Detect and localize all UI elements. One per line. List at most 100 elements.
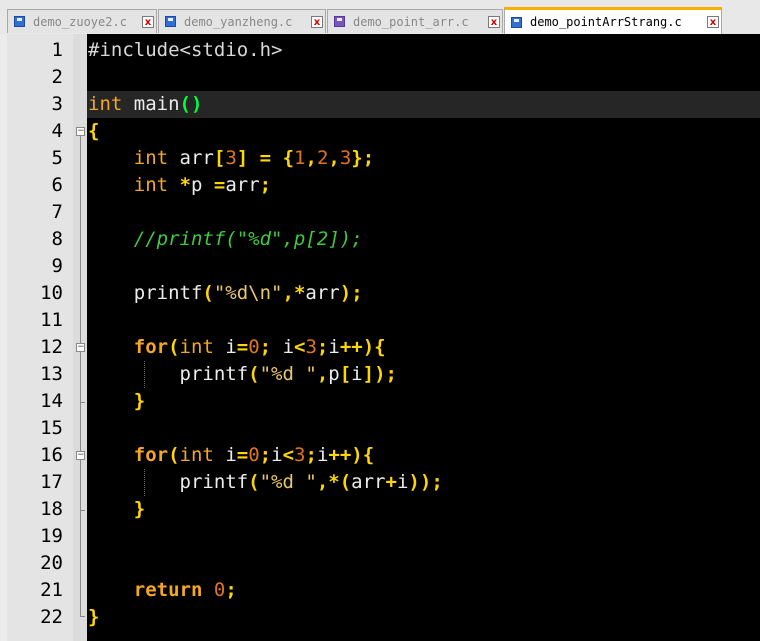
operator: = [213, 174, 226, 196]
function-call: printf [179, 363, 249, 385]
identifier: arr [305, 282, 340, 304]
line-number: 8 [51, 228, 63, 250]
number: 3 [294, 444, 306, 466]
semicolon: ; [305, 444, 317, 466]
code-line-22: } [88, 604, 99, 631]
fold-end [80, 402, 85, 403]
fold-end [80, 616, 85, 617]
tab-label: demo_zuoye2.c [33, 14, 127, 29]
tab-demo-point-arr[interactable]: demo_point_arr.c x [327, 9, 503, 33]
fold-end [80, 510, 85, 511]
code-line-5: int arr[3] = {1,2,3}; [88, 145, 374, 172]
line-number: 17 [40, 471, 63, 493]
line-number: 4 [51, 120, 63, 142]
semicolon: ; [259, 336, 272, 358]
identifier: p [191, 174, 214, 196]
line-number: 21 [40, 579, 63, 601]
control-keyword: for [133, 336, 169, 358]
save-disk-icon [163, 14, 178, 29]
line-number: 3 [51, 93, 63, 115]
code-line-12: for(int i=0; i<3;i++){ [88, 334, 386, 361]
tab-demo-zuoye2[interactable]: demo_zuoye2.c x [7, 9, 157, 33]
code-line-3: int main() [88, 91, 202, 118]
control-keyword: return [133, 579, 203, 601]
close-icon[interactable]: x [707, 16, 719, 28]
identifier: i [351, 363, 363, 385]
semicolon: ; [362, 147, 375, 169]
line-number: 16 [40, 444, 63, 466]
line-number: 7 [51, 201, 63, 223]
comma: , [328, 147, 340, 169]
line-number: 22 [40, 606, 63, 628]
tab-demo-pointarrstrang[interactable]: demo_pointArrStrang.c x [504, 7, 722, 34]
code-line-13: printf("%d ",p[i]); [88, 361, 397, 388]
string-literal: "%d\n" [213, 282, 283, 304]
close-icon[interactable]: x [142, 15, 154, 28]
semicolon: ; [225, 579, 237, 601]
fold-line [80, 136, 81, 616]
function-call: printf [179, 471, 249, 493]
operator: = [259, 147, 272, 169]
identifier: arr [225, 174, 260, 196]
line-number: 11 [40, 309, 63, 331]
fold-toggle-icon[interactable]: − [76, 451, 85, 460]
brace: { [282, 147, 295, 169]
type-keyword: int [133, 147, 169, 169]
number: 0 [248, 444, 260, 466]
operator: + [385, 471, 397, 493]
identifier: i [271, 336, 295, 358]
type-keyword: int [179, 444, 214, 466]
brace: } [351, 147, 363, 169]
close-icon[interactable]: x [311, 15, 323, 28]
tab-demo-yanzheng[interactable]: demo_yanzheng.c x [158, 9, 326, 33]
close-icon[interactable]: x [488, 15, 500, 28]
tab-label: demo_pointArrStrang.c [530, 15, 682, 29]
control-keyword: for [133, 444, 169, 466]
paren: ) [362, 336, 375, 358]
comma: , [316, 363, 329, 385]
paren: ( [168, 444, 180, 466]
semicolon: ; [259, 444, 272, 466]
bracket: [ [339, 363, 352, 385]
identifier: i [213, 336, 237, 358]
line-number: 18 [40, 498, 63, 520]
number: 2 [316, 147, 329, 169]
save-disk-icon [12, 14, 27, 29]
code-line-14: } [88, 388, 145, 415]
left-margin [0, 34, 7, 641]
bracket: ] [236, 147, 249, 169]
fold-toggle-icon[interactable]: − [76, 343, 85, 352]
line-number: 10 [40, 282, 63, 304]
brace: { [362, 444, 375, 466]
line-number: 15 [40, 417, 63, 439]
operator: * [328, 471, 340, 493]
line-number: 20 [40, 552, 63, 574]
tab-label: demo_point_arr.c [353, 14, 469, 29]
code-line-16: for(int i=0;i<3;i++){ [88, 442, 374, 469]
paren: ) [374, 363, 386, 385]
comment: //printf("%d",p[2]); [133, 228, 363, 250]
line-number: 12 [40, 336, 63, 358]
identifier: i [316, 444, 329, 466]
identifier: i [328, 336, 340, 358]
parens: () [179, 93, 203, 115]
paren: ( [202, 282, 214, 304]
semicolon: ; [259, 174, 272, 196]
line-number: 5 [51, 147, 63, 169]
line-number: 9 [51, 255, 63, 277]
brace: { [374, 336, 386, 358]
number: 0 [248, 336, 260, 358]
operator: < [282, 444, 295, 466]
semicolon: ; [385, 363, 397, 385]
fold-toggle-icon[interactable]: − [76, 127, 85, 136]
identifier: p [328, 363, 340, 385]
string-literal: "%d " [259, 471, 317, 493]
line-number: 19 [40, 525, 63, 547]
type-keyword: int [179, 336, 214, 358]
type-keyword: int [133, 174, 169, 196]
code-line-21: return 0; [88, 577, 237, 604]
number: 3 [339, 147, 352, 169]
